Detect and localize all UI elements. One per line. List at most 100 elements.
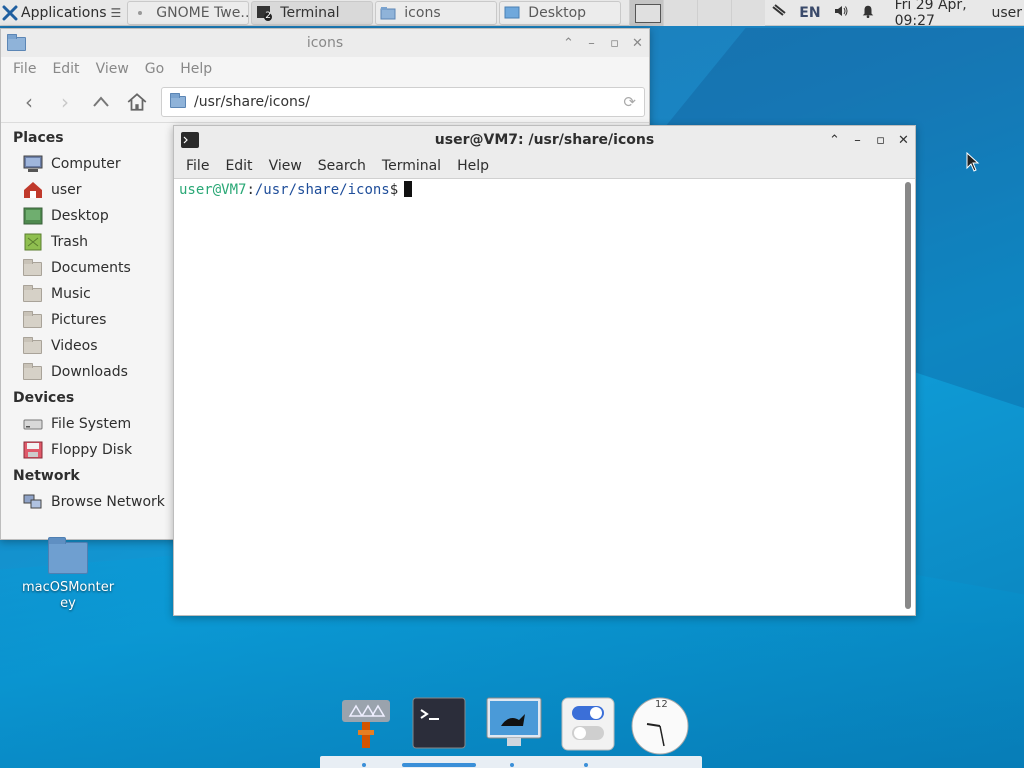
user-menu[interactable]: user [991,5,1022,21]
workspace-2[interactable] [663,0,698,26]
sidebar-item-downloads[interactable]: Downloads [1,359,173,385]
terminal-icon [181,132,199,148]
menu-view[interactable]: View [88,61,137,77]
system-tray: EN Fri 29 Apr, 09:27 user [765,0,1024,29]
applications-menu[interactable]: Applications ☰ [0,0,125,26]
maximize-button[interactable]: ▫ [603,33,626,53]
task-label: GNOME Twe… [156,4,250,21]
forward-button[interactable]: › [47,87,83,117]
file-manager-titlebar[interactable]: icons ⌃ – ▫ ✕ [1,29,649,57]
location-bar[interactable]: /usr/share/icons/ ⟳ [161,86,645,117]
menu-view[interactable]: View [261,158,310,174]
menu-go[interactable]: Go [137,61,172,77]
menu-edit[interactable]: Edit [217,158,260,174]
terminal-window: user@VM7: /usr/share/icons ⌃ – ▫ ✕ File … [173,125,916,616]
network-icon[interactable] [771,3,787,23]
task-desktop[interactable]: Desktop [499,0,622,25]
sidebar-item-trash[interactable]: Trash [1,229,173,255]
minimize-button[interactable]: – [580,33,603,53]
reload-icon[interactable]: ⟳ [623,93,636,111]
sidebar-item-desktop[interactable]: Desktop [1,203,173,229]
notification-bell-icon[interactable] [861,3,875,23]
dock-fire-hydrant-app[interactable] [338,696,394,752]
menu-terminal[interactable]: Terminal [374,158,449,174]
minimize-button[interactable]: – [846,130,869,150]
back-button[interactable]: ‹ [11,87,47,117]
sidebar-item-music[interactable]: Music [1,281,173,307]
task-terminal[interactable]: 2 Terminal [251,0,374,25]
terminal-titlebar[interactable]: user@VM7: /usr/share/icons ⌃ – ▫ ✕ [174,126,915,154]
workspace-4[interactable] [731,0,766,26]
sidebar-item-label: Pictures [51,312,107,328]
sidebar-item-label: Floppy Disk [51,442,133,458]
display-settings-icon [486,697,542,746]
sidebar-item-user[interactable]: user [1,177,173,203]
network-computers-icon [23,493,43,511]
folder-icon [7,34,27,52]
dock-terminal[interactable] [411,696,467,752]
network-heading: Network [13,468,80,484]
trash-icon [23,233,43,251]
close-button[interactable]: ✕ [892,130,915,150]
sidebar-item-label: Desktop [51,208,109,224]
workspace-3[interactable] [697,0,732,26]
xfce-logo-icon [2,5,18,20]
dock-settings-toggles[interactable] [560,696,616,752]
home-icon [127,92,147,111]
folder-icon [48,537,88,574]
task-label: icons [404,4,441,21]
volume-icon[interactable] [833,3,849,23]
dock-indicator [362,763,366,767]
shade-button[interactable]: ⌃ [557,33,580,53]
close-button[interactable]: ✕ [626,33,649,53]
sidebar-item-label: Browse Network [51,494,165,510]
prompt-user: user@VM7 [179,182,247,198]
sidebar-item-computer[interactable]: Computer [1,151,173,177]
prompt-symbol: $ [389,182,399,198]
music-folder-icon [23,285,43,303]
shade-button[interactable]: ⌃ [823,130,846,150]
sidebar-item-floppy-disk[interactable]: Floppy Disk [1,437,173,463]
sidebar-item-label: Trash [51,234,88,250]
menu-help[interactable]: Help [172,61,220,77]
places-heading: Places [13,130,64,146]
menu-file[interactable]: File [5,61,44,77]
sidebar-item-videos[interactable]: Videos [1,333,173,359]
documents-folder-icon [23,259,43,277]
terminal-scrollbar[interactable] [905,182,911,609]
sidebar-item-label: Videos [51,338,98,354]
dock-display-settings[interactable] [484,696,542,752]
sidebar-item-pictures[interactable]: Pictures [1,307,173,333]
desktop-folder-macosmonterey[interactable]: macOSMonterey [20,537,116,612]
sidebar-item-label: Downloads [51,364,128,380]
devices-heading: Devices [13,390,75,406]
clock[interactable]: Fri 29 Apr, 09:27 [895,0,984,29]
workspace-1[interactable] [629,0,664,26]
maximize-button[interactable]: ▫ [869,130,892,150]
menu-edit[interactable]: Edit [44,61,87,77]
location-text[interactable]: /usr/share/icons/ [194,94,310,110]
sidebar-item-label: Computer [51,156,121,172]
sidebar-item-browse-network[interactable]: Browse Network [1,489,173,515]
menu-help[interactable]: Help [449,158,497,174]
folder-icon [380,5,396,21]
menu-search[interactable]: Search [310,158,374,174]
downloads-folder-icon [23,363,43,381]
task-icons[interactable]: icons [375,0,498,25]
terminal-output[interactable]: user@VM7:/usr/share/icons$ [174,179,901,615]
menu-file[interactable]: File [178,158,217,174]
keyboard-layout[interactable]: EN [799,5,820,21]
up-button[interactable] [83,87,119,117]
sidebar-item-file-system[interactable]: File System [1,411,173,437]
desktop-icon [504,5,520,21]
toggle-switch-icon [561,697,615,751]
dock-clock[interactable]: 12 [630,696,689,755]
terminal-icon [412,697,466,749]
home-button[interactable] [119,87,155,117]
file-manager-menubar: File Edit View Go Help [1,57,649,81]
separator-icon: ☰ [110,5,122,20]
task-gnome-tweaks[interactable]: GNOME Twe… [127,0,250,25]
computer-icon [23,155,43,173]
chevron-up-icon [93,95,109,107]
sidebar-item-documents[interactable]: Documents [1,255,173,281]
